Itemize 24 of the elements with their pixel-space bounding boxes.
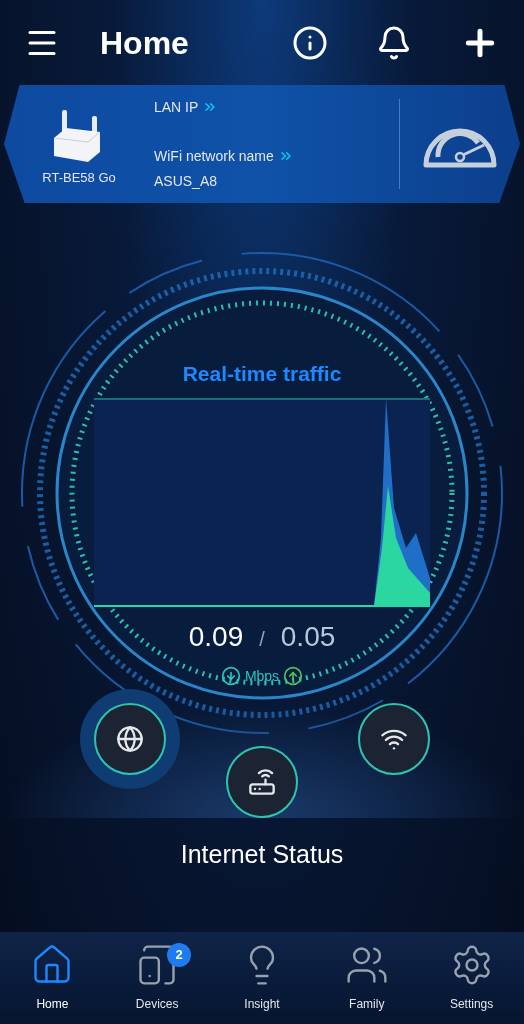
- nav-tab[interactable]: Family: [314, 943, 420, 1013]
- router-model: RT-BE58 Go: [42, 169, 116, 188]
- speed-unit: Mbps: [244, 666, 280, 686]
- info-icon[interactable]: [292, 24, 328, 61]
- upload-speed: 0.05: [280, 619, 336, 654]
- traffic-title: Real-time traffic: [182, 361, 342, 387]
- upload-icon: [283, 666, 304, 686]
- separator: /: [259, 626, 265, 652]
- nav-tab[interactable]: Home: [0, 943, 105, 1013]
- download-speed: 0.09: [188, 619, 244, 654]
- page-title: Home: [100, 23, 190, 63]
- router-card[interactable]: RT-BE58 Go LAN IP WiFi network name ASUS_A8: [4, 85, 520, 203]
- nav-tab[interactable]: Settings: [419, 943, 524, 1013]
- router-icon: [248, 768, 276, 796]
- globe-icon: [116, 725, 144, 753]
- lan-ip-link[interactable]: LAN IP: [154, 96, 399, 118]
- wifi-name: ASUS_A8: [154, 171, 219, 191]
- nav-tab[interactable]: 2 Devices: [104, 943, 210, 1013]
- nav-tab[interactable]: Insight: [209, 943, 315, 1013]
- count-badge: 2: [167, 943, 192, 967]
- download-icon: [220, 666, 241, 686]
- notification-icon[interactable]: [376, 24, 412, 61]
- internet-status-label: Internet Status: [180, 839, 344, 870]
- wifi-name-link[interactable]: WiFi network name: [154, 145, 399, 167]
